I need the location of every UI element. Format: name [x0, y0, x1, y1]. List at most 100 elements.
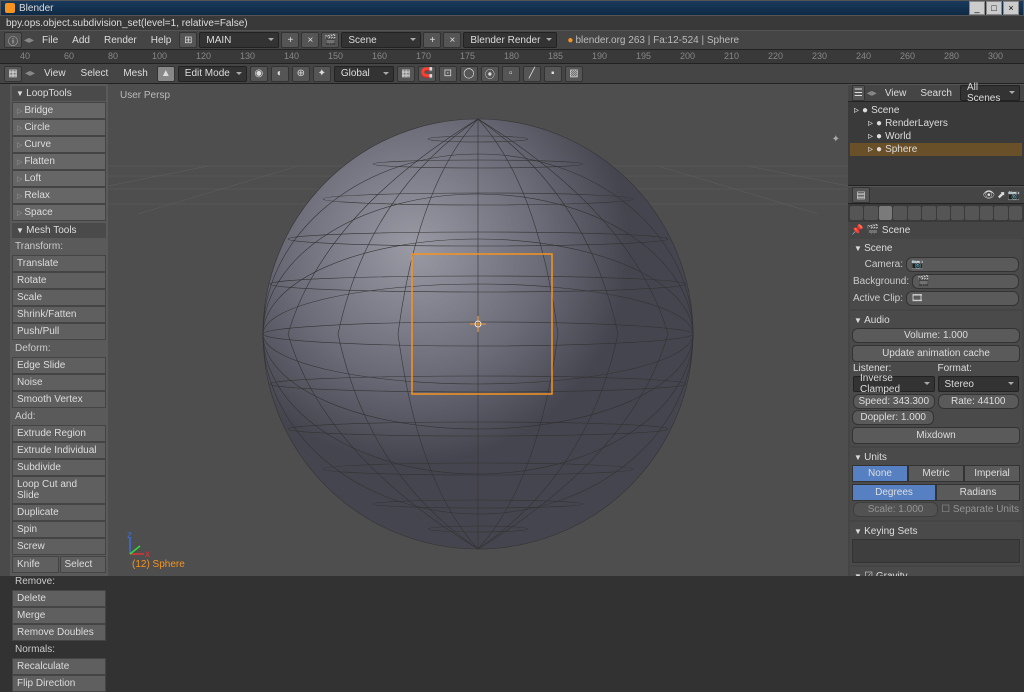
orient-dropdown[interactable]: Global [334, 66, 394, 82]
keying-section-hdr[interactable]: Keying Sets [852, 524, 1020, 539]
expand-icon[interactable]: ◂▸ [867, 88, 877, 99]
layer-icon[interactable]: ▦ [397, 66, 415, 82]
normals-flip-direction[interactable]: Flip Direction [12, 675, 106, 692]
units-metric[interactable]: Metric [908, 465, 964, 482]
menu-mesh[interactable]: Mesh [117, 66, 153, 81]
looptool-space[interactable]: Space [12, 204, 106, 221]
add-extrude-region[interactable]: Extrude Region [12, 425, 106, 442]
scene-icon[interactable]: 🎬 [321, 32, 339, 48]
looptool-curve[interactable]: Curve [12, 136, 106, 153]
add-duplicate[interactable]: Duplicate [12, 504, 106, 521]
camera-field[interactable]: 📷 [906, 257, 1019, 272]
add-subdivide[interactable]: Subdivide [12, 459, 106, 476]
units-radians[interactable]: Radians [936, 484, 1020, 501]
mode-dropdown[interactable]: Edit Mode [178, 66, 247, 82]
volume-field[interactable]: Volume: 1.000 [852, 328, 1020, 343]
transform-scale[interactable]: Scale [12, 289, 106, 306]
limit-icon[interactable]: ▨ [565, 66, 583, 82]
background-field[interactable]: 🎬 [912, 274, 1019, 289]
deform-noise[interactable]: Noise [12, 374, 106, 391]
menu-file[interactable]: File [36, 33, 64, 48]
doppler-field[interactable]: Doppler: 1.000 [852, 410, 934, 425]
mixdown-button[interactable]: Mixdown [852, 427, 1020, 444]
proportional-icon[interactable]: ◯ [460, 66, 478, 82]
normals-recalculate[interactable]: Recalculate [12, 658, 106, 675]
units-section-hdr[interactable]: Units [852, 450, 1020, 465]
looptool-bridge[interactable]: Bridge [12, 102, 106, 119]
outliner-type-icon[interactable]: ☰ [852, 85, 865, 101]
audio-section-hdr[interactable]: Audio [852, 313, 1020, 328]
scene-del-icon[interactable]: × [443, 32, 461, 48]
mode-icon[interactable]: ▲ [157, 66, 175, 82]
outliner-view[interactable]: View [879, 86, 913, 101]
looptool-flatten[interactable]: Flatten [12, 153, 106, 170]
outliner-search[interactable]: Search [914, 86, 958, 101]
looptool-circle[interactable]: Circle [12, 119, 106, 136]
outliner-filter[interactable]: All Scenes [960, 85, 1020, 101]
keying-list[interactable]: + − [852, 539, 1020, 563]
remove-merge[interactable]: Merge [12, 607, 106, 624]
outliner-tree[interactable]: ▹●Scene▹●RenderLayers▹●World▹●Sphere [848, 102, 1024, 186]
meshtools-header[interactable]: Mesh Tools [12, 223, 106, 238]
menu-view[interactable]: View [38, 66, 72, 81]
add-spin[interactable]: Spin [12, 521, 106, 538]
add-screw[interactable]: Screw [12, 538, 106, 555]
expand-icon[interactable]: ◂▸ [25, 68, 35, 79]
close-button[interactable]: × [1003, 1, 1019, 15]
rate-field[interactable]: Rate: 44100 [938, 394, 1020, 409]
transform-rotate[interactable]: Rotate [12, 272, 106, 289]
face-mode-icon[interactable]: ▪ [544, 66, 562, 82]
speed-field[interactable]: Speed: 343.300 [853, 394, 935, 409]
left-scrollbar[interactable] [0, 84, 10, 576]
cursor-select-icon[interactable]: ⬈ [997, 190, 1005, 201]
remove-delete[interactable]: Delete [12, 590, 106, 607]
outliner-item-sphere[interactable]: ▹●Sphere [850, 143, 1022, 156]
transform-shrink-fatten[interactable]: Shrink/Fatten [12, 306, 106, 323]
props-type-icon[interactable]: ▤ [852, 187, 870, 203]
remove-remove-doubles[interactable]: Remove Doubles [12, 624, 106, 641]
units-imperial[interactable]: Imperial [964, 465, 1020, 482]
units-degrees[interactable]: Degrees [852, 484, 936, 501]
minimize-button[interactable]: _ [969, 1, 985, 15]
maximize-button[interactable]: □ [986, 1, 1002, 15]
viewport-3d[interactable]: User Persp (12) Sphere xz ✦ [108, 84, 848, 576]
layout-add-icon[interactable]: + [281, 32, 299, 48]
units-none[interactable]: None [852, 465, 908, 482]
looptool-relax[interactable]: Relax [12, 187, 106, 204]
add-loop-cut-and-slide[interactable]: Loop Cut and Slide [12, 476, 106, 504]
scene-section-hdr[interactable]: Scene [852, 241, 1020, 256]
clip-field[interactable]: 🎞 [906, 291, 1019, 306]
transform-translate[interactable]: Translate [12, 255, 106, 272]
gravity-section-hdr[interactable]: ☑ Gravity [852, 569, 1020, 576]
vert-mode-icon[interactable]: ▫ [502, 66, 520, 82]
outliner-item-renderlayers[interactable]: ▹●RenderLayers [850, 117, 1022, 130]
select-button[interactable]: Select [60, 556, 107, 573]
shading-icon[interactable]: ◐ [271, 66, 289, 82]
scene-add-icon[interactable]: + [423, 32, 441, 48]
listener-dropdown[interactable]: Inverse Clamped [853, 376, 935, 392]
add-extrude-individual[interactable]: Extrude Individual [12, 442, 106, 459]
edge-mode-icon[interactable]: ╱ [523, 66, 541, 82]
menu-render[interactable]: Render [98, 33, 143, 48]
eye-icon[interactable]: 👁 [982, 190, 995, 201]
widget-icon[interactable]: ✦ [313, 66, 331, 82]
snap-icon[interactable]: 🧲 [418, 66, 436, 82]
unit-scale-field[interactable]: Scale: 1.000 [853, 502, 938, 517]
snap-type-icon[interactable]: ⊡ [439, 66, 457, 82]
properties-tabs[interactable] [848, 204, 1024, 222]
deform-smooth-vertex[interactable]: Smooth Vertex [12, 391, 106, 408]
pivot-icon[interactable]: ⊕ [292, 66, 310, 82]
shading-sphere-icon[interactable]: ◉ [250, 66, 268, 82]
menu-add[interactable]: Add [66, 33, 96, 48]
expand-icon[interactable]: ◂▸ [24, 35, 34, 46]
outliner-item-world[interactable]: ▹●World [850, 130, 1022, 143]
outliner-item-scene[interactable]: ▹●Scene [850, 104, 1022, 117]
deform-edge-slide[interactable]: Edge Slide [12, 357, 106, 374]
looptool-loft[interactable]: Loft [12, 170, 106, 187]
scene-dropdown[interactable]: Scene [341, 32, 421, 48]
separate-units-check[interactable]: ☐ Separate Units [941, 504, 1019, 515]
looptools-header[interactable]: LoopTools [12, 86, 106, 101]
transform-push-pull[interactable]: Push/Pull [12, 323, 106, 340]
layout-dropdown[interactable]: MAIN [199, 32, 279, 48]
update-cache-button[interactable]: Update animation cache [852, 345, 1020, 362]
